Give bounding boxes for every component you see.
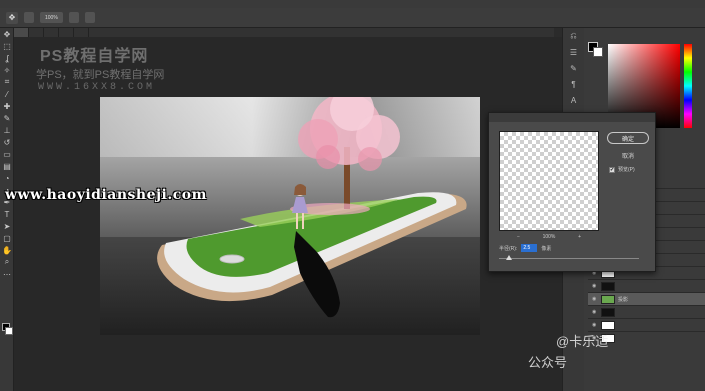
preview-label: 预览(P): [618, 167, 635, 173]
eye-icon[interactable]: ◉: [592, 309, 598, 315]
paragraph-icon[interactable]: ¶: [563, 76, 584, 92]
background-color-swatch[interactable]: [5, 327, 13, 335]
tools-panel: ✥ ⬚ ʆ ✧ ⌗ ⁄ ✚ ✎ ⊥ ↺ ▭ ▤ ◔ ◕ ✒ T ➤ ▢ ✋ ⌕ …: [0, 28, 14, 391]
type-icon[interactable]: T: [0, 208, 14, 220]
preview-checkbox[interactable]: ✔ 预览(P): [609, 166, 635, 173]
layer-thumbnail: [601, 307, 615, 317]
path-select-icon[interactable]: ➤: [0, 220, 14, 232]
watermark-url: www.haoyidiansheji.com: [5, 187, 207, 203]
move-tool-icon[interactable]: ✥: [6, 11, 18, 24]
layer-row[interactable]: ◉: [588, 279, 705, 292]
move-icon[interactable]: ✥: [0, 28, 14, 40]
dialog-preview[interactable]: [499, 131, 599, 231]
zoom-in-icon[interactable]: +: [578, 234, 581, 240]
eraser-icon[interactable]: ▭: [0, 148, 14, 160]
option-button[interactable]: [84, 12, 95, 23]
cancel-button[interactable]: 取消: [607, 150, 649, 161]
layer-name: 投影: [618, 296, 629, 303]
history-icon[interactable]: ⎌: [563, 28, 584, 44]
document-tab[interactable]: [59, 28, 74, 37]
properties-icon[interactable]: ☰: [563, 44, 584, 60]
document-tab[interactable]: [74, 28, 89, 37]
background-color[interactable]: [593, 47, 603, 57]
option-select[interactable]: [24, 12, 34, 23]
layer-row-selected[interactable]: ◉ 投影: [588, 292, 705, 305]
eye-icon[interactable]: ◉: [592, 283, 598, 289]
character-icon[interactable]: A: [563, 92, 584, 108]
radius-row: 半径(R): 2.5 像素: [499, 244, 551, 252]
crop-icon[interactable]: ⌗: [0, 76, 14, 88]
brush-icon[interactable]: ✎: [0, 112, 14, 124]
gradient-icon[interactable]: ▤: [0, 160, 14, 172]
radius-unit: 像素: [541, 245, 552, 252]
zoom-controls: − 100% +: [517, 234, 581, 240]
history-brush-icon[interactable]: ↺: [0, 136, 14, 148]
zoom-out-icon[interactable]: −: [517, 234, 520, 240]
blur-icon[interactable]: ◔: [0, 172, 14, 184]
radius-slider-thumb[interactable]: [505, 255, 512, 260]
eyedropper-icon[interactable]: ⁄: [0, 88, 14, 100]
layer-row[interactable]: ◉: [588, 305, 705, 318]
document-tab[interactable]: [14, 28, 29, 37]
menu-bar: [0, 0, 705, 8]
magic-wand-icon[interactable]: ✧: [0, 64, 14, 76]
layer-thumbnail: [601, 294, 615, 304]
options-bar: ✥ 100%: [0, 8, 705, 28]
layer-thumbnail: [601, 320, 615, 330]
document-tab[interactable]: [29, 28, 44, 37]
radius-slider-track[interactable]: [499, 258, 639, 259]
radius-label: 半径(R):: [499, 245, 518, 252]
document-tab[interactable]: [44, 28, 59, 37]
checkbox-box[interactable]: ✔: [609, 166, 615, 173]
watermark-site: WWW.16XX8.COM: [38, 82, 156, 93]
brush-settings-icon[interactable]: ✎: [563, 60, 584, 76]
stamp-icon[interactable]: ⊥: [0, 124, 14, 136]
layer-row[interactable]: ◉: [588, 318, 705, 331]
eye-icon[interactable]: ◉: [592, 296, 598, 302]
marquee-icon[interactable]: ⬚: [0, 40, 14, 52]
zoom-level: 100%: [542, 234, 556, 240]
watermark-wechat: 公众号: [528, 355, 568, 370]
document-tabs: [14, 28, 554, 37]
hue-slider[interactable]: [684, 44, 692, 128]
option-button[interactable]: [68, 12, 79, 23]
radius-input[interactable]: 2.5: [521, 244, 538, 252]
hand-icon[interactable]: ✋: [0, 244, 14, 256]
watermark-title: PS教程自学网: [40, 48, 149, 65]
shape-icon[interactable]: ▢: [0, 232, 14, 244]
phone-illustration: [100, 97, 480, 335]
filter-dialog: 确定 取消 ✔ 预览(P) − 100% + 半径(R): 2.5 像素: [488, 112, 656, 272]
eye-icon[interactable]: ◉: [592, 322, 598, 328]
watermark-subtitle: 学PS，就到PS教程自学网: [36, 69, 165, 81]
dialog-title: [489, 113, 655, 122]
lasso-icon[interactable]: ʆ: [0, 52, 14, 64]
document-image: [100, 97, 480, 335]
healing-brush-icon[interactable]: ✚: [0, 100, 14, 112]
zoom-icon[interactable]: ⌕: [0, 256, 14, 268]
layer-thumbnail: [601, 281, 615, 291]
more-tools-icon[interactable]: ⋯: [0, 268, 14, 280]
watermark-account: @卡乐适: [556, 334, 609, 349]
ok-button[interactable]: 确定: [607, 132, 649, 144]
zoom-field[interactable]: 100%: [40, 12, 63, 23]
